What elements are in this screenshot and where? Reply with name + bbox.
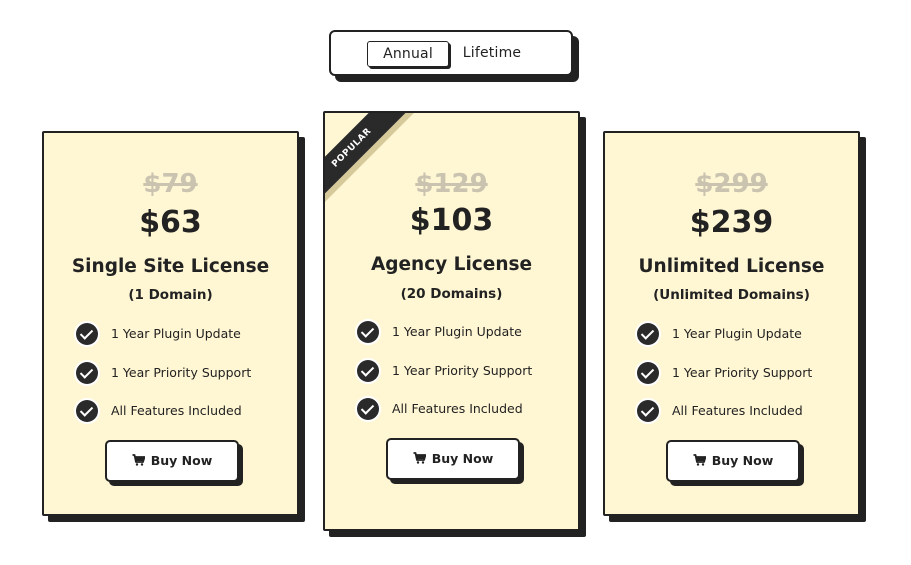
buy-now-button[interactable]: Buy Now: [105, 440, 239, 482]
feature-text: 1 Year Plugin Update: [111, 326, 241, 341]
buy-now-label: Buy Now: [431, 451, 494, 466]
feature-text: All Features Included: [672, 403, 803, 418]
feature-text: 1 Year Priority Support: [111, 364, 252, 380]
plan-title: Unlimited License: [638, 256, 825, 277]
discounted-price: $239: [689, 205, 774, 240]
billing-toggle: Annual Lifetime: [329, 30, 573, 76]
plan-title: Agency License: [370, 254, 533, 275]
check-circle-icon: [76, 323, 98, 345]
plan-domains: (1 Domain): [128, 287, 213, 303]
toggle-annual[interactable]: Annual: [367, 41, 449, 67]
original-price: $129: [415, 169, 488, 199]
buy-now-button[interactable]: Buy Now: [386, 438, 520, 480]
buy-now-label: Buy Now: [711, 453, 774, 468]
check-circle-icon: [637, 323, 659, 345]
feature-text: 1 Year Priority Support: [672, 364, 813, 380]
pricing-card-single-site: $79 $63 Single Site License (1 Domain) 1…: [42, 131, 299, 516]
check-circle-icon: [357, 321, 379, 343]
check-circle-icon: [357, 398, 379, 420]
buy-now-button[interactable]: Buy Now: [666, 440, 800, 482]
discounted-price: $63: [139, 205, 202, 240]
check-circle-icon: [637, 400, 659, 422]
check-circle-icon: [76, 400, 98, 422]
original-price: $299: [695, 169, 768, 199]
cart-icon: [132, 454, 145, 466]
plan-domains: (20 Domains): [400, 286, 503, 302]
plan-title: Single Site License: [71, 256, 270, 277]
pricing-card-unlimited: $299 $239 Unlimited License (Unlimited D…: [603, 131, 860, 516]
buy-now-label: Buy Now: [150, 453, 213, 468]
check-circle-icon: [357, 359, 379, 382]
plan-domains: (Unlimited Domains): [653, 287, 810, 303]
feature-text: All Features Included: [111, 403, 242, 418]
original-price: $79: [143, 169, 198, 199]
feature-text: 1 Year Plugin Update: [392, 324, 522, 339]
cart-icon: [693, 454, 706, 466]
toggle-lifetime[interactable]: Lifetime: [459, 41, 525, 67]
discounted-price: $103: [409, 203, 494, 238]
check-circle-icon: [76, 361, 98, 384]
feature-text: 1 Year Plugin Update: [672, 326, 802, 341]
cart-icon: [413, 452, 426, 464]
feature-text: 1 Year Priority Support: [392, 362, 533, 378]
pricing-card-agency: POPULAR $129 $103 Agency License (20 Dom…: [323, 111, 580, 531]
feature-text: All Features Included: [392, 401, 523, 416]
check-circle-icon: [637, 361, 659, 384]
